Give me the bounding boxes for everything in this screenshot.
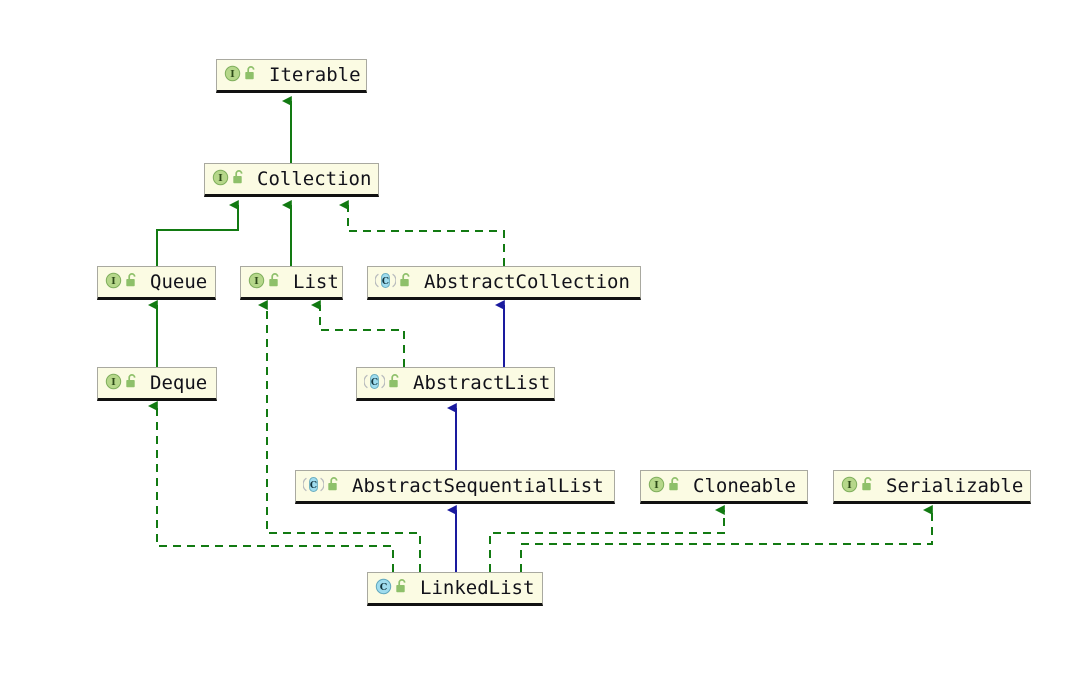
node-glyphs: I [105, 272, 139, 293]
svg-text:I: I [111, 377, 116, 388]
uml-node-label-list: List [293, 270, 339, 293]
unlocked-padlock-icon [399, 272, 413, 292]
edge-queue-to-collection [156, 199, 239, 266]
uml-node-collection[interactable]: I Collection [204, 163, 379, 197]
unlocked-padlock-icon [268, 272, 282, 292]
uml-node-label-iterable: Iterable [269, 63, 361, 86]
uml-node-linkedlist[interactable]: C LinkedList [367, 572, 543, 606]
svg-text:I: I [111, 276, 116, 287]
svg-text:I: I [254, 276, 259, 287]
node-glyphs: C [302, 476, 341, 497]
svg-text:I: I [230, 69, 235, 80]
interface-icon: I [105, 272, 122, 293]
uml-node-label-deque: Deque [150, 371, 208, 394]
node-glyphs: I [841, 476, 875, 497]
interface-icon: I [105, 373, 122, 394]
interface-icon: I [224, 65, 241, 86]
edge-linkedlist-to-list [257, 299, 421, 572]
uml-node-label-queue: Queue [150, 270, 208, 293]
node-glyphs: I [105, 373, 139, 394]
interface-icon: I [841, 476, 858, 497]
svg-text:I: I [218, 173, 223, 184]
unlocked-padlock-icon [232, 169, 246, 189]
interface-icon: I [248, 272, 265, 293]
uml-node-label-cloneable: Cloneable [693, 474, 796, 497]
uml-node-abslist[interactable]: C AbstractList [356, 367, 555, 401]
node-glyphs: C [375, 578, 409, 599]
uml-node-label-abslist: AbstractList [413, 371, 551, 394]
unlocked-padlock-icon [388, 373, 402, 393]
svg-text:C: C [310, 481, 317, 491]
svg-text:C: C [380, 582, 388, 593]
uml-node-label-serial: Serializable [886, 474, 1024, 497]
svg-text:C: C [371, 378, 378, 388]
uml-node-deque[interactable]: I Deque [97, 367, 217, 401]
unlocked-padlock-icon [861, 476, 875, 496]
unlocked-padlock-icon [327, 476, 341, 496]
edge-linkedlist-to-cloneable [489, 504, 725, 572]
node-glyphs: I [212, 169, 246, 190]
abstract-class-icon: C [302, 476, 325, 497]
uml-node-list[interactable]: I List [240, 266, 343, 300]
unlocked-padlock-icon [125, 373, 139, 393]
uml-node-label-collection: Collection [257, 167, 372, 190]
uml-node-absseqlist[interactable]: C AbstractSequentialList [295, 470, 615, 504]
interface-icon: I [648, 476, 665, 497]
uml-node-label-linkedlist: LinkedList [420, 576, 535, 599]
interface-icon: I [212, 169, 229, 190]
svg-text:C: C [382, 277, 389, 287]
unlocked-padlock-icon [395, 578, 409, 598]
unlocked-padlock-icon [125, 272, 139, 292]
node-glyphs: I [648, 476, 682, 497]
uml-node-cloneable[interactable]: I Cloneable [640, 470, 808, 504]
node-glyphs: I [248, 272, 282, 293]
uml-node-iterable[interactable]: I Iterable [216, 59, 367, 93]
class-icon: C [375, 578, 392, 599]
uml-node-label-absseqlist: AbstractSequentialList [352, 474, 604, 497]
node-glyphs: I [224, 65, 258, 86]
uml-node-queue[interactable]: I Queue [97, 266, 216, 300]
node-glyphs: C [374, 272, 413, 293]
unlocked-padlock-icon [244, 65, 258, 85]
svg-text:I: I [847, 480, 852, 491]
uml-node-serial[interactable]: I Serializable [833, 470, 1031, 504]
abstract-class-icon: C [363, 373, 386, 394]
uml-node-label-abscoll: AbstractCollection [424, 270, 630, 293]
unlocked-padlock-icon [668, 476, 682, 496]
uml-diagram-canvas: I Iterable I Collection I Queue I List C… [0, 0, 1068, 681]
uml-node-abscoll[interactable]: C AbstractCollection [367, 266, 641, 300]
svg-text:I: I [654, 480, 659, 491]
edge-linkedlist-to-serializable [520, 504, 933, 572]
abstract-class-icon: C [374, 272, 397, 293]
edge-abstractlist-to-list [310, 299, 405, 367]
node-glyphs: C [363, 373, 402, 394]
edge-abstractcollection-to-collection [338, 199, 505, 266]
